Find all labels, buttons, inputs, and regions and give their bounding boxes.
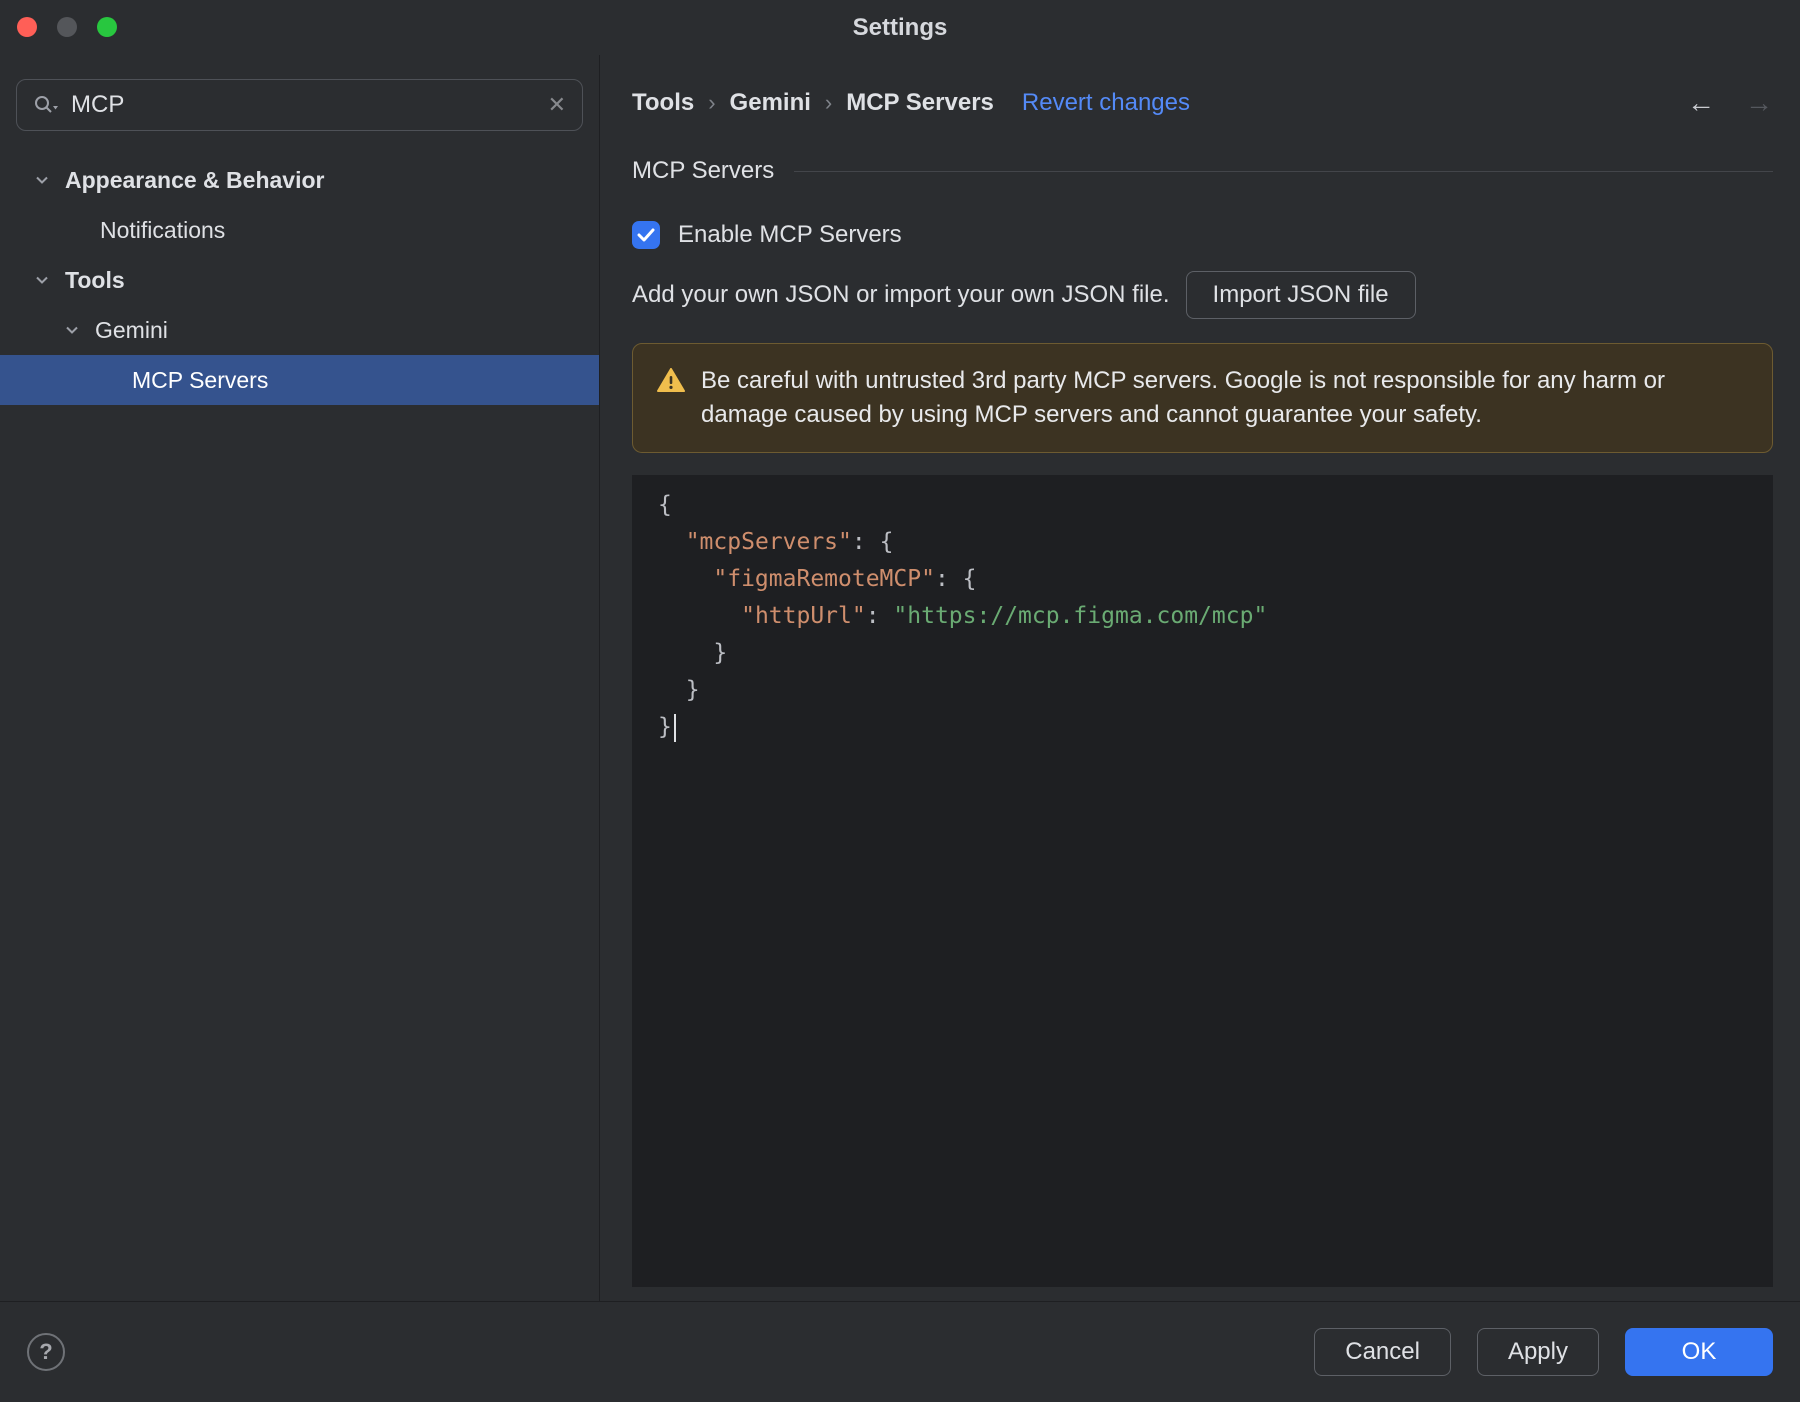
revert-changes-link[interactable]: Revert changes bbox=[1022, 89, 1190, 117]
import-json-button[interactable]: Import JSON file bbox=[1185, 271, 1416, 319]
chevron-down-icon[interactable] bbox=[34, 272, 50, 288]
code-line: } bbox=[658, 677, 700, 703]
code-line: } bbox=[658, 640, 728, 666]
window-title: Settings bbox=[852, 13, 948, 41]
minimize-window-button[interactable] bbox=[57, 17, 77, 37]
code-line: "httpUrl": "https://mcp.figma.com/mcp" bbox=[741, 603, 1268, 629]
traffic-lights bbox=[17, 17, 117, 37]
section-header: MCP Servers bbox=[632, 157, 1773, 185]
zoom-window-button[interactable] bbox=[97, 17, 117, 37]
mcp-json-editor[interactable]: { "mcpServers": { "figmaRemoteMCP": { "h… bbox=[632, 475, 1773, 1287]
clear-search-icon[interactable]: ✕ bbox=[548, 92, 566, 118]
code-line: { bbox=[658, 492, 672, 518]
sidebar-item-appearance-behavior[interactable]: Appearance & Behavior bbox=[0, 155, 599, 205]
code-line: "mcpServers": { bbox=[685, 529, 894, 555]
sidebar-item-mcp-servers[interactable]: MCP Servers bbox=[0, 355, 599, 405]
apply-button[interactable]: Apply bbox=[1476, 1328, 1599, 1376]
breadcrumb-separator: › bbox=[708, 90, 716, 115]
enable-mcp-label: Enable MCP Servers bbox=[678, 221, 902, 248]
sidebar-item-tools[interactable]: Tools bbox=[0, 255, 599, 305]
import-row: Add your own JSON or import your own JSO… bbox=[632, 271, 1773, 319]
breadcrumb-gemini[interactable]: Gemini bbox=[730, 89, 811, 117]
section-title: MCP Servers bbox=[632, 157, 775, 184]
chevron-down-icon[interactable] bbox=[34, 172, 50, 188]
sidebar-item-label: Appearance & Behavior bbox=[65, 166, 325, 193]
footer-buttons: Cancel Apply OK bbox=[1314, 1328, 1773, 1376]
warning-text: Be careful with untrusted 3rd party MCP … bbox=[701, 367, 1665, 428]
settings-tree: Appearance & Behavior Notifications Tool… bbox=[0, 155, 599, 405]
chevron-down-icon[interactable] bbox=[64, 322, 80, 338]
enable-mcp-checkbox[interactable] bbox=[632, 221, 660, 249]
sidebar-item-notifications[interactable]: Notifications bbox=[0, 205, 599, 255]
breadcrumb-tools[interactable]: Tools bbox=[632, 89, 694, 117]
warning-banner: Be careful with untrusted 3rd party MCP … bbox=[632, 343, 1773, 453]
code-line: } bbox=[658, 709, 1773, 746]
settings-main: ✕ Appearance & Behavior Notifications To… bbox=[0, 55, 1800, 1301]
section-divider bbox=[794, 170, 1773, 172]
settings-content: Tools › Gemini › MCP Servers Revert chan… bbox=[600, 55, 1800, 1301]
warning-triangle-icon bbox=[657, 368, 685, 400]
code-line: "figmaRemoteMCP": { bbox=[713, 566, 977, 592]
sidebar-item-label: MCP Servers bbox=[132, 366, 269, 393]
sidebar-item-label: Gemini bbox=[95, 316, 168, 343]
import-hint-text: Add your own JSON or import your own JSO… bbox=[632, 281, 1170, 308]
help-icon[interactable]: ? bbox=[27, 1333, 65, 1371]
search-icon[interactable] bbox=[33, 94, 59, 116]
sidebar-item-label: Notifications bbox=[100, 216, 226, 243]
settings-search-box[interactable]: ✕ bbox=[16, 79, 583, 131]
enable-mcp-row: Enable MCP Servers bbox=[632, 221, 1773, 249]
help-glyph: ? bbox=[39, 1339, 53, 1364]
sidebar-item-label: Tools bbox=[65, 266, 125, 293]
back-arrow-icon[interactable]: ← bbox=[1687, 87, 1715, 119]
breadcrumb: Tools › Gemini › MCP Servers Revert chan… bbox=[632, 83, 1773, 123]
sidebar-item-gemini[interactable]: Gemini bbox=[0, 305, 599, 355]
dialog-footer: ? Cancel Apply OK bbox=[0, 1301, 1800, 1402]
breadcrumb-mcp-servers[interactable]: MCP Servers bbox=[846, 89, 994, 117]
cancel-button[interactable]: Cancel bbox=[1314, 1328, 1451, 1376]
ok-button[interactable]: OK bbox=[1625, 1328, 1773, 1376]
breadcrumb-separator: › bbox=[824, 90, 833, 115]
search-input[interactable] bbox=[71, 91, 536, 119]
history-nav: ← → bbox=[1687, 87, 1773, 119]
titlebar: Settings bbox=[0, 0, 1800, 55]
forward-arrow-icon[interactable]: → bbox=[1745, 87, 1773, 119]
text-cursor bbox=[673, 713, 676, 742]
close-window-button[interactable] bbox=[17, 17, 37, 37]
settings-sidebar: ✕ Appearance & Behavior Notifications To… bbox=[0, 55, 600, 1301]
